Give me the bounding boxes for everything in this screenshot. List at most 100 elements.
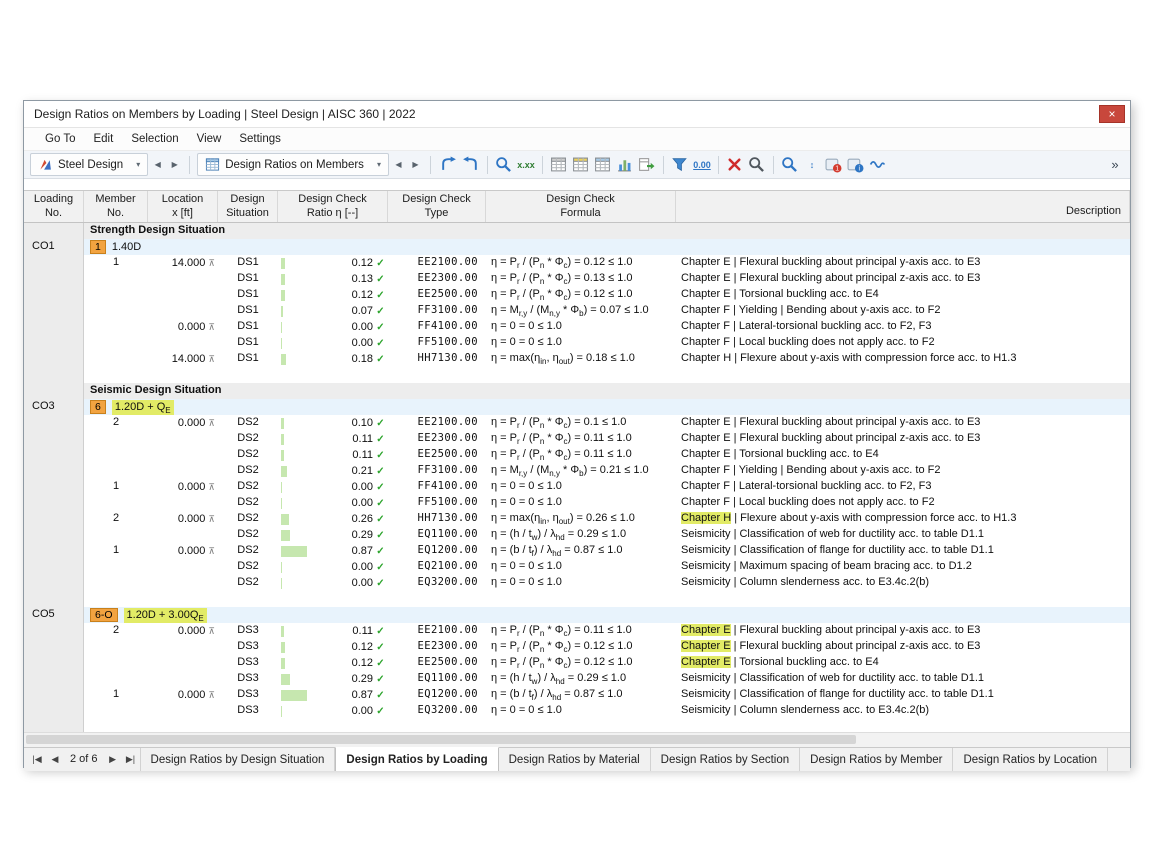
combination-formula: 1.20D + 3.00QE bbox=[123, 607, 207, 623]
messages-icon[interactable]: 1 bbox=[823, 154, 845, 176]
toolbar-icons: x.xx 0.00 ↕ 1 i bbox=[438, 154, 1104, 176]
tab-design-ratios-by-member[interactable]: Design Ratios by Member bbox=[800, 748, 954, 771]
design-check-type: EQ3200.00 bbox=[417, 704, 478, 716]
result-row[interactable]: 1 0.000 ⊼ DS3 0.87 ✓ EQ1200.00 η = (b / tf) / λ… bbox=[24, 687, 1130, 703]
combination-row[interactable]: CO5 6-O 1.20D + 3.00QE bbox=[24, 607, 1130, 623]
edit-result-values-icon[interactable]: x.xx bbox=[515, 154, 537, 176]
description-chapter-tag: Chapter E bbox=[681, 432, 731, 444]
column-header-design-check-formula[interactable]: Design Check Formula bbox=[486, 191, 676, 222]
design-situation: DS3 bbox=[237, 672, 259, 684]
show-in-graphic-icon[interactable] bbox=[438, 154, 460, 176]
search-icon[interactable] bbox=[746, 154, 768, 176]
menu-view[interactable]: View bbox=[188, 128, 231, 150]
column-header-member-no-[interactable]: Member No. bbox=[84, 191, 148, 222]
toolbar-separator bbox=[717, 155, 719, 174]
result-row[interactable]: DS1 0.13 ✓ EE2300.00 η = Pr / (Pn * Φc) = 0.… bbox=[24, 271, 1130, 287]
close-button[interactable]: × bbox=[1099, 105, 1125, 123]
check-passed-icon: ✓ bbox=[376, 417, 385, 429]
module-selector[interactable]: Steel Design ▾ bbox=[30, 153, 149, 176]
tab-design-ratios-by-section[interactable]: Design Ratios by Section bbox=[650, 748, 801, 771]
table-next-button[interactable]: ▶ bbox=[408, 155, 423, 174]
sort-results-icon[interactable]: ↕ bbox=[801, 154, 823, 176]
location-value bbox=[148, 335, 218, 351]
combination-row[interactable]: CO3 6 1.20D + QE bbox=[24, 399, 1130, 415]
table-view-icon[interactable] bbox=[548, 154, 570, 176]
tab-design-ratios-by-location[interactable]: Design Ratios by Location bbox=[953, 748, 1109, 771]
result-row[interactable]: DS1 0.07 ✓ FF3100.00 η = Mr,y / (Mn,y * Φb) … bbox=[24, 303, 1130, 319]
steel-design-module-icon bbox=[38, 157, 53, 172]
export-table-icon[interactable] bbox=[636, 154, 658, 176]
column-header-location-x-ft-[interactable]: Location x [ft] bbox=[148, 191, 218, 222]
menu-selection[interactable]: Selection bbox=[122, 128, 187, 150]
result-row[interactable]: 14.000 ⊼ DS1 0.18 ✓ HH7130.00 η = max(ηin, ηou… bbox=[24, 351, 1130, 367]
toolbar-overflow-icon[interactable]: » bbox=[1106, 157, 1124, 172]
first-table-button[interactable]: |◀ bbox=[28, 748, 46, 771]
result-diagrams-icon[interactable] bbox=[460, 154, 482, 176]
ratio-bar bbox=[281, 353, 286, 365]
next-table-button[interactable]: ▶ bbox=[104, 748, 122, 771]
result-row[interactable]: DS2 0.00 ✓ EQ2100.00 η = 0 = 0 ≤ 1.0 Seismici… bbox=[24, 559, 1130, 575]
result-row[interactable]: DS1 0.12 ✓ EE2500.00 η = Pr / (Pn * Φc) = 0.… bbox=[24, 287, 1130, 303]
result-row[interactable]: DS2 0.21 ✓ FF3100.00 η = Mr,y / (Mn,y * Φb) … bbox=[24, 463, 1130, 479]
result-row[interactable]: 1 0.000 ⊼ DS2 0.00 ✓ FF4100.00 η = 0 = 0 ≤ 1.0 C… bbox=[24, 479, 1130, 495]
result-row[interactable]: DS2 0.00 ✓ EQ3200.00 η = 0 = 0 ≤ 1.0 Seismici… bbox=[24, 575, 1130, 591]
horizontal-scrollbar[interactable] bbox=[24, 732, 1130, 747]
result-row[interactable]: 0.000 ⊼ DS1 0.00 ✓ FF4100.00 η = 0 = 0 ≤ 1.0 Ch… bbox=[24, 319, 1130, 335]
column-header-design-check-ratio-[interactable]: Design Check Ratio η [--] bbox=[278, 191, 388, 222]
title-bar[interactable]: Design Ratios on Members by Loading | St… bbox=[24, 101, 1130, 128]
find-in-table-icon[interactable] bbox=[779, 154, 801, 176]
menu-settings[interactable]: Settings bbox=[230, 128, 290, 150]
design-situation: DS2 bbox=[237, 480, 259, 492]
prev-table-button[interactable]: ◀ bbox=[46, 748, 64, 771]
description: Seismicity | Column slenderness acc. to … bbox=[676, 575, 1130, 591]
search-result-values-icon[interactable] bbox=[493, 154, 515, 176]
result-row[interactable]: 2 0.000 ⊼ DS3 0.11 ✓ EE2100.00 η = Pr / (Pn * Φ… bbox=[24, 623, 1130, 639]
column-header-design-check-type[interactable]: Design Check Type bbox=[388, 191, 486, 222]
result-chart-icon[interactable] bbox=[614, 154, 636, 176]
table-prev-button[interactable]: ◀ bbox=[391, 155, 406, 174]
tab-design-ratios-by-design-situation[interactable]: Design Ratios by Design Situation bbox=[139, 748, 336, 771]
tab-design-ratios-by-loading[interactable]: Design Ratios by Loading bbox=[335, 747, 499, 771]
menu-go-to[interactable]: Go To bbox=[36, 128, 84, 150]
tab-design-ratios-by-material[interactable]: Design Ratios by Material bbox=[498, 748, 651, 771]
module-next-button[interactable]: ▶ bbox=[167, 155, 182, 174]
design-check-formula: η = Pr / (Pn * Φc) = 0.1 ≤ 1.0 bbox=[491, 416, 627, 431]
chevron-down-icon: ▾ bbox=[376, 160, 381, 169]
comments-icon[interactable] bbox=[867, 154, 889, 176]
decimal-places-icon[interactable]: 0.00 bbox=[691, 154, 713, 176]
module-prev-button[interactable]: ◀ bbox=[150, 155, 165, 174]
result-row[interactable]: DS2 0.11 ✓ EE2300.00 η = Pr / (Pn * Φc) = 0.… bbox=[24, 431, 1130, 447]
result-row[interactable]: 1 14.000 ⊼ DS1 0.12 ✓ EE2100.00 η = Pr / (Pn * … bbox=[24, 255, 1130, 271]
description-chapter-tag: Chapter H bbox=[681, 352, 732, 364]
design-check-type: EQ2100.00 bbox=[417, 560, 478, 572]
program-info-icon[interactable]: i bbox=[845, 154, 867, 176]
result-row[interactable]: DS1 0.00 ✓ FF5100.00 η = 0 = 0 ≤ 1.0 Chapter … bbox=[24, 335, 1130, 351]
table-settings-icon[interactable] bbox=[592, 154, 614, 176]
description-chapter-tag: Seismicity bbox=[681, 544, 731, 556]
last-table-button[interactable]: ▶| bbox=[122, 748, 140, 771]
filter-results-icon[interactable] bbox=[669, 154, 691, 176]
results-table-selector[interactable]: Design Ratios on Members ▾ bbox=[197, 153, 389, 176]
horizontal-scrollbar-thumb[interactable] bbox=[26, 735, 856, 744]
combination-row[interactable]: CO1 1 1.40D bbox=[24, 239, 1130, 255]
ratio-bar-track bbox=[281, 337, 311, 349]
result-row[interactable]: DS3 0.12 ✓ EE2500.00 η = Pr / (Pn * Φc) = 0.… bbox=[24, 655, 1130, 671]
delete-results-icon[interactable] bbox=[724, 154, 746, 176]
table-filter-view-icon[interactable] bbox=[570, 154, 592, 176]
result-row[interactable]: DS3 0.29 ✓ EQ1100.00 η = (h / tw) / λhd = 0.… bbox=[24, 671, 1130, 687]
result-row[interactable]: DS3 0.12 ✓ EE2300.00 η = Pr / (Pn * Φc) = 0.… bbox=[24, 639, 1130, 655]
menu-edit[interactable]: Edit bbox=[84, 128, 122, 150]
column-header-description[interactable]: Description bbox=[676, 191, 1130, 222]
result-row[interactable]: 2 0.000 ⊼ DS2 0.10 ✓ EE2100.00 η = Pr / (Pn * Φ… bbox=[24, 415, 1130, 431]
ratio-bar bbox=[281, 673, 290, 685]
spacer-cell bbox=[84, 591, 1130, 607]
result-row[interactable]: 2 0.000 ⊼ DS2 0.26 ✓ HH7130.00 η = max(ηin, ηou… bbox=[24, 511, 1130, 527]
result-row[interactable]: DS2 0.00 ✓ FF5100.00 η = 0 = 0 ≤ 1.0 Chapter … bbox=[24, 495, 1130, 511]
ratio-bar-track bbox=[281, 449, 311, 461]
result-row[interactable]: DS3 0.00 ✓ EQ3200.00 η = 0 = 0 ≤ 1.0 Seismici… bbox=[24, 703, 1130, 719]
result-row[interactable]: DS2 0.29 ✓ EQ1100.00 η = (h / tw) / λhd = 0.… bbox=[24, 527, 1130, 543]
result-row[interactable]: 1 0.000 ⊼ DS2 0.87 ✓ EQ1200.00 η = (b / tf) / λ… bbox=[24, 543, 1130, 559]
column-header-loading-no-[interactable]: Loading No. bbox=[24, 191, 84, 222]
column-header-design-situation[interactable]: Design Situation bbox=[218, 191, 278, 222]
result-row[interactable]: DS2 0.11 ✓ EE2500.00 η = Pr / (Pn * Φc) = 0.… bbox=[24, 447, 1130, 463]
